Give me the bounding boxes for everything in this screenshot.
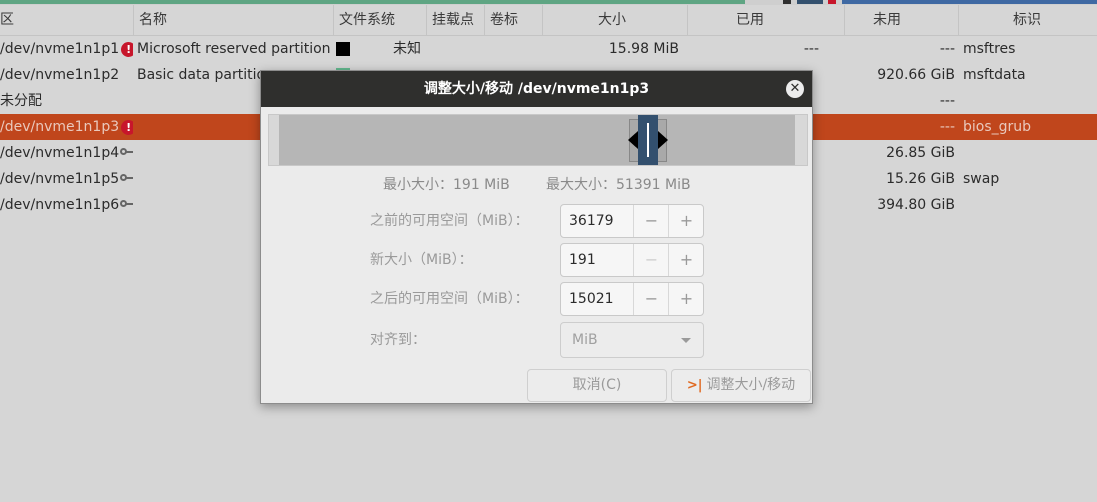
- cancel-button[interactable]: 取消(C): [527, 369, 667, 402]
- plus-icon[interactable]: +: [668, 244, 704, 276]
- partition-unused: 15.26 GiB: [886, 171, 955, 187]
- minus-icon[interactable]: −: [633, 205, 669, 237]
- partition-unused: 394.80 GiB: [877, 197, 955, 213]
- align-value: MiB: [572, 332, 598, 348]
- partition-name: Microsoft reserved partition: [137, 41, 331, 57]
- col-size[interactable]: 大小: [542, 5, 687, 35]
- col-unused[interactable]: 未用: [844, 5, 958, 35]
- plus-icon[interactable]: +: [668, 205, 704, 237]
- dialog-title: 调整大小/移动 /dev/nvme1n1p3: [423, 81, 650, 97]
- plus-icon[interactable]: +: [668, 283, 704, 315]
- filesystem-color-swatch: [336, 42, 350, 56]
- partition-resize-bar[interactable]: [268, 114, 808, 166]
- partition-path: /dev/nvme1n1p3: [0, 119, 120, 135]
- table-row[interactable]: /dev/nvme1n1p1! Microsoft reserved parti…: [0, 36, 1097, 62]
- partition-path: /dev/nvme1n1p4: [0, 145, 120, 161]
- partition-flags: bios_grub: [963, 119, 1032, 135]
- col-partition[interactable]: 区: [0, 5, 133, 35]
- new-size-value[interactable]: 191: [569, 244, 596, 276]
- free-space-area: [279, 115, 795, 165]
- partition-flags: swap: [963, 171, 1000, 187]
- partition-size: 15.98 MiB: [608, 41, 679, 57]
- align-select[interactable]: MiB: [560, 322, 704, 358]
- partition-path: /dev/nvme1n1p1: [0, 41, 120, 57]
- partition-unused: 920.66 GiB: [877, 67, 955, 83]
- resize-button-label: 调整大小/移动: [706, 377, 796, 393]
- free-after-label: 之后的可用空间（MiB）：: [370, 291, 529, 307]
- right-resize-handle[interactable]: [658, 131, 668, 149]
- partition-path: /dev/nvme1n1p5: [0, 171, 120, 187]
- key-icon: [120, 199, 133, 211]
- ext4-segment: [842, 0, 1097, 4]
- minus-icon[interactable]: −: [633, 283, 669, 315]
- dialog-titlebar[interactable]: 调整大小/移动 /dev/nvme1n1p3 ✕: [261, 71, 812, 107]
- left-resize-handle[interactable]: [628, 131, 638, 149]
- min-size-info: 最小大小：191 MiB: [383, 177, 510, 193]
- col-used[interactable]: 已用: [687, 5, 844, 35]
- partition-filesystem: 未知: [393, 41, 421, 57]
- resize-move-button[interactable]: >| 调整大小/移动: [671, 369, 811, 402]
- col-filesystem[interactable]: 文件系统: [333, 5, 426, 35]
- partition-used-marker: [647, 123, 649, 157]
- partition-used: ---: [803, 41, 819, 57]
- warning-icon: !: [121, 41, 133, 57]
- dark-segment: [783, 0, 791, 4]
- partition-path: /dev/nvme1n1p6: [0, 197, 120, 213]
- warning-icon: !: [121, 119, 133, 135]
- partition-path: /dev/nvme1n1p2: [0, 67, 120, 83]
- free-before-value[interactable]: 36179: [569, 205, 614, 237]
- free-after-value[interactable]: 15021: [569, 283, 614, 315]
- partition-path: 未分配: [0, 93, 42, 109]
- resize-icon: >|: [686, 378, 703, 393]
- red-segment: [828, 0, 836, 4]
- partition-unused: ---: [939, 41, 955, 57]
- col-flags[interactable]: 标识: [958, 5, 1097, 35]
- free-after-stepper[interactable]: 15021 − +: [560, 282, 704, 316]
- new-size-label: 新大小（MiB）：: [370, 252, 473, 268]
- minus-icon[interactable]: −: [633, 244, 669, 276]
- partition-unused: 26.85 GiB: [886, 145, 955, 161]
- col-name[interactable]: 名称: [133, 5, 333, 35]
- free-before-stepper[interactable]: 36179 − +: [560, 204, 704, 238]
- resize-move-dialog: 调整大小/移动 /dev/nvme1n1p3 ✕ 最小大小：191 MiB 最大…: [260, 70, 813, 404]
- chevron-down-icon: [681, 338, 691, 343]
- free-before-label: 之前的可用空间（MiB）：: [370, 213, 529, 229]
- new-size-stepper[interactable]: 191 − +: [560, 243, 704, 277]
- partition-flags: msftdata: [963, 67, 1026, 83]
- align-label: 对齐到：: [370, 332, 426, 348]
- col-label[interactable]: 卷标: [484, 5, 542, 35]
- partition-unused: ---: [939, 93, 955, 109]
- ntfs-segment: [0, 0, 745, 4]
- key-icon: [120, 147, 133, 159]
- col-mountpoint[interactable]: 挂载点: [426, 5, 484, 35]
- table-header: 区 名称 文件系统 挂载点 卷标 大小 已用 未用 标识: [0, 5, 1097, 36]
- blue-segment: [797, 0, 823, 4]
- key-icon: [120, 173, 133, 185]
- max-size-info: 最大大小：51391 MiB: [546, 177, 691, 193]
- partition-flags: msftres: [963, 41, 1016, 57]
- partition-unused: ---: [939, 119, 955, 135]
- close-icon[interactable]: ✕: [786, 80, 804, 98]
